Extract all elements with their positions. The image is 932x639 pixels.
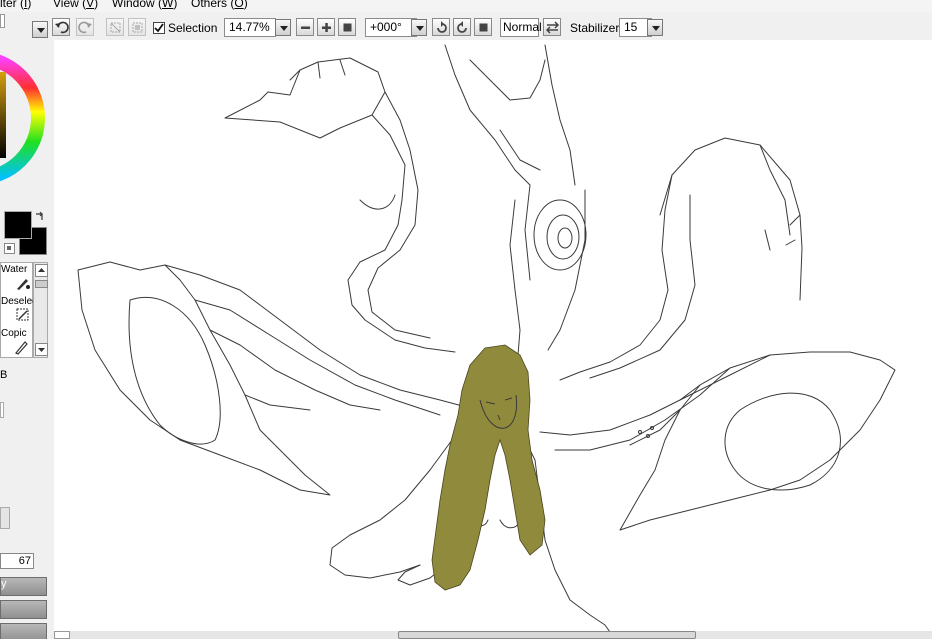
artwork-line-drawing <box>77 44 896 632</box>
panel-slider[interactable] <box>0 402 4 418</box>
rotation-dropdown-button[interactable] <box>411 19 427 36</box>
rotate-left-button[interactable] <box>432 18 450 36</box>
blend-mode-field[interactable]: Normal <box>500 18 542 37</box>
invert-selection-button[interactable] <box>128 18 146 36</box>
menu-view[interactable]: View (V) <box>53 0 98 10</box>
deselect-tool-icon <box>16 308 29 321</box>
scroll-down-button[interactable] <box>35 343 48 356</box>
plus-icon <box>322 23 331 32</box>
brush-size-field[interactable]: 67 <box>0 553 34 569</box>
left-panel: Water Deselect Copic B 67 y <box>0 12 52 639</box>
panel-action-button[interactable]: y <box>0 577 47 596</box>
zoom-reset-button[interactable] <box>338 18 356 36</box>
selection-label: Selection <box>168 21 218 35</box>
checkmark-icon <box>154 23 164 33</box>
panel-action-button-2[interactable] <box>0 600 47 619</box>
water-brush-icon <box>17 279 30 290</box>
panel-action-button-3[interactable] <box>0 623 47 639</box>
zoom-dropdown-button[interactable] <box>275 19 291 36</box>
deselect-button[interactable] <box>106 18 124 36</box>
square-icon <box>343 23 352 32</box>
zoom-in-button[interactable] <box>317 18 335 36</box>
redo-icon <box>78 21 92 34</box>
rotation-reset-button[interactable] <box>474 18 492 36</box>
swap-colors-icon[interactable] <box>33 211 45 223</box>
flip-horizontal-button[interactable] <box>543 18 561 36</box>
selection-checkbox[interactable] <box>153 22 165 34</box>
undo-button[interactable] <box>52 18 70 36</box>
tool-copic-label[interactable]: Copic <box>1 328 27 339</box>
menu-bar: lter (I) View (V) Window (W) Others (O) <box>0 0 932 12</box>
horizontal-scroll-thumb[interactable] <box>398 631 696 639</box>
rotate-right-button[interactable] <box>453 18 471 36</box>
stabilizer-label: Stabilizer <box>570 21 620 35</box>
arrow-up-icon <box>38 268 45 272</box>
foreground-color-swatch[interactable] <box>4 211 32 239</box>
redo-button[interactable] <box>76 18 94 36</box>
tool-list-scrollbar[interactable] <box>33 262 48 358</box>
canvas-horizontal-scrollbar[interactable] <box>54 631 932 639</box>
deselect-icon <box>110 22 121 33</box>
toolbar: Selection 14.77% +000° Normal Stabilizer… <box>52 14 932 42</box>
scroll-up-button[interactable] <box>35 264 48 277</box>
hair-fill <box>431 344 546 591</box>
arrow-down-icon <box>38 348 45 352</box>
rotate-left-icon <box>437 21 447 33</box>
scroll-thumb[interactable] <box>35 280 48 288</box>
undo-icon <box>55 21 69 34</box>
menu-filter[interactable]: lter (I) <box>0 0 31 10</box>
menu-others[interactable]: Others (O) <box>191 0 248 10</box>
panel-button[interactable] <box>0 507 10 529</box>
zoom-out-button[interactable] <box>296 18 314 36</box>
square-icon <box>479 23 488 32</box>
zoom-field[interactable]: 14.77% <box>224 18 276 37</box>
color-wheel[interactable] <box>0 50 52 210</box>
panel-dropdown-button[interactable] <box>32 21 48 38</box>
stabilizer-dropdown-button[interactable] <box>647 19 663 36</box>
flip-horizontal-icon <box>545 21 560 34</box>
minus-icon <box>301 26 310 29</box>
drawing-canvas[interactable] <box>54 40 932 632</box>
rotate-right-icon <box>457 21 467 33</box>
invert-selection-icon <box>132 22 143 33</box>
panel-field[interactable] <box>0 14 5 28</box>
scroll-left-button[interactable] <box>54 631 70 639</box>
tool-water-label[interactable]: Water <box>1 264 27 275</box>
copic-marker-icon <box>15 341 28 355</box>
menu-window[interactable]: Window (W) <box>112 0 177 10</box>
reset-colors-icon[interactable] <box>4 243 15 254</box>
rotation-field[interactable]: +000° <box>365 18 417 37</box>
tool-list: Water Deselect Copic <box>0 262 40 358</box>
mode-label: B <box>0 369 8 381</box>
